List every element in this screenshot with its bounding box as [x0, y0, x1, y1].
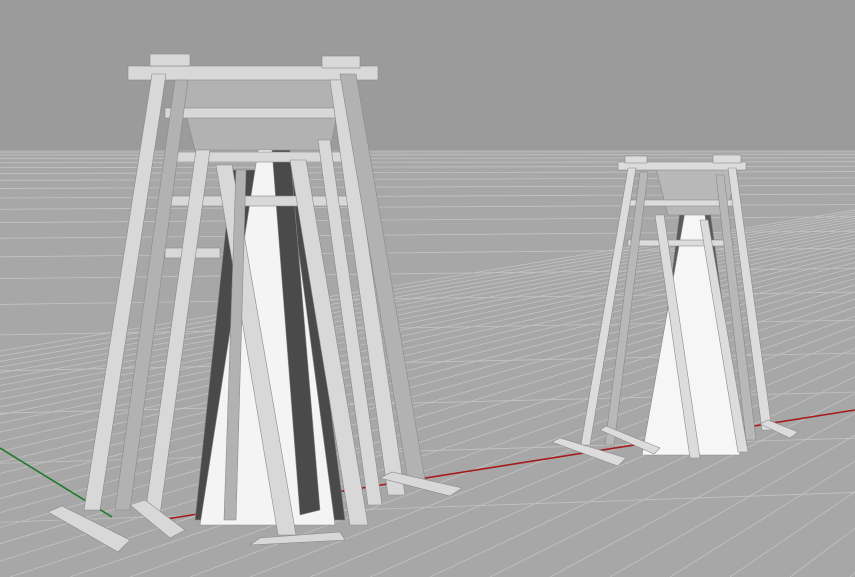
perspective-viewport[interactable] [0, 0, 855, 577]
scene-canvas[interactable] [0, 0, 855, 577]
tower-2-brace [627, 239, 734, 247]
tower-2-top-block-left [624, 155, 648, 164]
tower-1-top-block-right [321, 55, 361, 69]
tower-1-top-block-left [149, 53, 191, 67]
tower-1-brace [164, 107, 361, 119]
tower-2-top-block-right [712, 154, 742, 164]
